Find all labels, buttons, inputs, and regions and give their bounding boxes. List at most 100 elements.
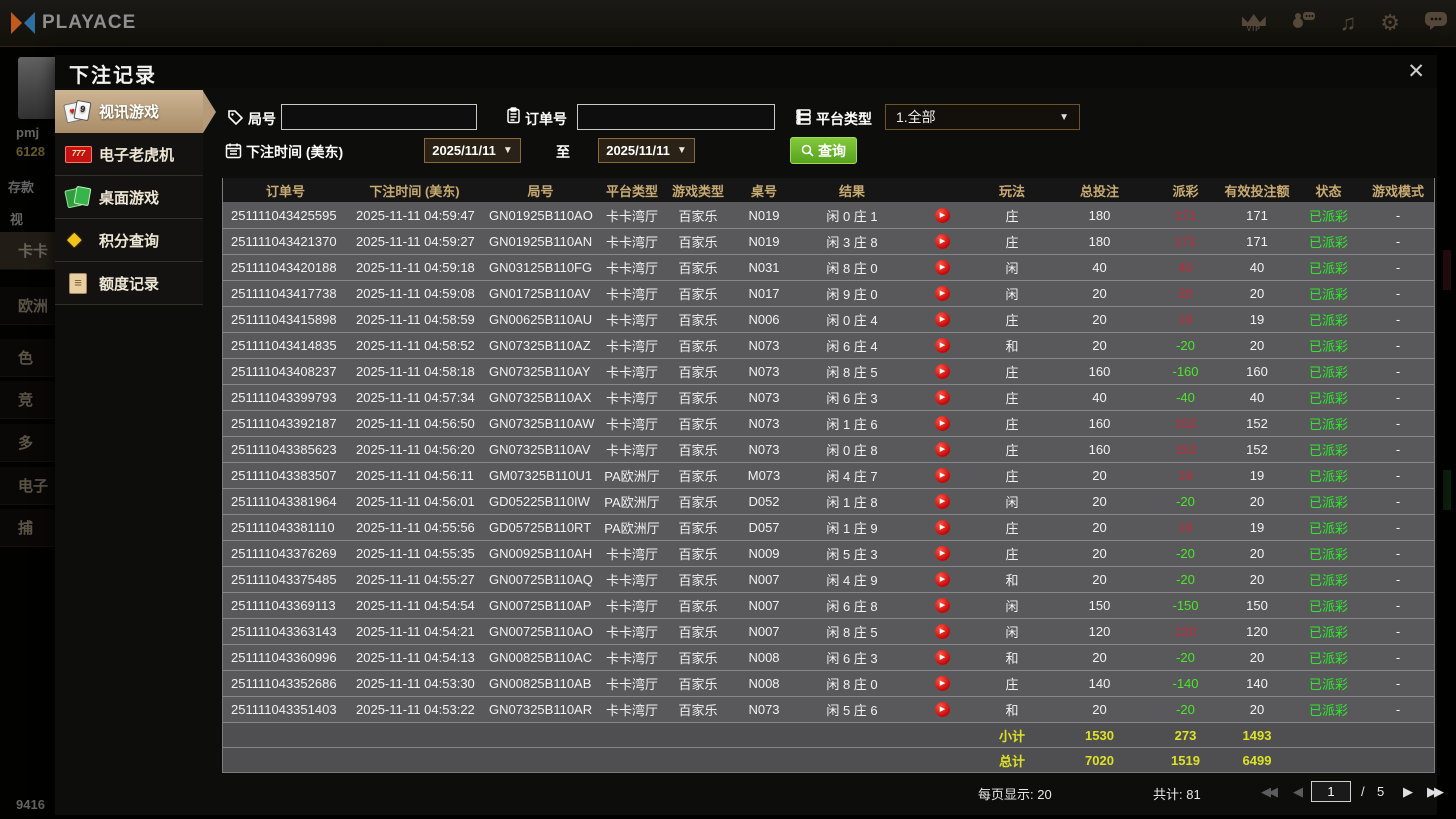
sidebar-item[interactable]: 积分查询 — [55, 219, 203, 262]
cell-payout: -20 — [1176, 546, 1195, 561]
cell-total-bet: 120 — [1088, 624, 1111, 639]
cell-round-number: GD05225B110IW — [489, 494, 590, 509]
replay-play-icon[interactable] — [934, 390, 950, 405]
cell-bet-time: 2025-11-11 04:59:18 — [356, 260, 475, 275]
col-header: 派彩 — [1172, 183, 1199, 199]
replay-play-icon[interactable] — [934, 598, 950, 613]
cell-status: 已派彩 — [1308, 651, 1348, 666]
replay-play-icon[interactable] — [934, 546, 950, 561]
cell-platform: 卡卡湾厅 — [605, 339, 658, 354]
cell-valid-bet: 40 — [1249, 390, 1265, 405]
cell-table-number: N073 — [748, 416, 780, 431]
table-row: 251111043383507 2025-11-11 04:56:11 GM07… — [223, 462, 1434, 488]
replay-play-icon[interactable] — [934, 468, 950, 483]
cell-round-number: GN07325B110AY — [489, 364, 591, 379]
round-number-input[interactable] — [281, 104, 477, 130]
cell-game-mode: - — [1395, 546, 1401, 561]
chat-icon[interactable] — [1424, 11, 1448, 36]
replay-play-icon[interactable] — [934, 624, 950, 639]
top-bar: PLAYACE VIP ♫ ⚙ — [0, 0, 1456, 47]
replay-play-icon[interactable] — [934, 260, 950, 275]
query-button[interactable]: 查询 — [790, 137, 857, 164]
last-page-icon[interactable]: ▶▶ — [1427, 784, 1444, 800]
next-page-icon[interactable]: ▶ — [1403, 784, 1413, 800]
cell-payout: 19 — [1178, 312, 1193, 327]
cell-status: 已派彩 — [1308, 495, 1348, 510]
replay-play-icon[interactable] — [934, 416, 950, 431]
cell-payout: -150 — [1172, 598, 1199, 613]
replay-play-icon[interactable] — [934, 338, 950, 353]
cell-status: 已派彩 — [1308, 417, 1348, 432]
cell-order-number: 251111043408237 — [231, 364, 337, 379]
replay-play-icon[interactable] — [934, 286, 950, 301]
cell-total-bet: 20 — [1092, 546, 1107, 561]
cell-status: 已派彩 — [1308, 573, 1348, 588]
platform-type-label: 平台类型 — [816, 111, 872, 127]
table-row: 251111043415898 2025-11-11 04:58:59 GN00… — [223, 306, 1434, 332]
prev-page-icon[interactable]: ◀ — [1293, 784, 1303, 800]
modal-title: 下注记录 — [69, 65, 157, 87]
subtotal-valid: 1493 — [1242, 727, 1272, 743]
replay-play-icon[interactable] — [934, 234, 950, 249]
cell-game-mode: - — [1395, 468, 1401, 483]
cell-total-bet: 20 — [1092, 312, 1107, 327]
sidebar-item[interactable]: 电子老虎机 — [55, 133, 203, 176]
cell-game-mode: - — [1395, 520, 1401, 535]
replay-play-icon[interactable] — [934, 520, 950, 535]
subtotal-row: 小计 1530 273 1493 — [223, 722, 1434, 747]
cell-bet-time: 2025-11-11 04:58:52 — [356, 338, 475, 353]
cell-payout: -20 — [1176, 494, 1195, 509]
order-number-label: 订单号 — [525, 111, 567, 127]
page-number-input[interactable] — [1311, 781, 1351, 802]
cell-table-number: N017 — [748, 286, 780, 301]
cell-order-number: 251111043420188 — [231, 260, 337, 275]
sidebar-item[interactable]: 视讯游戏 — [55, 90, 216, 133]
cell-play-method: 庄 — [1005, 417, 1019, 432]
first-page-icon[interactable]: ◀◀ — [1261, 784, 1278, 800]
replay-play-icon[interactable] — [934, 650, 950, 665]
close-icon[interactable]: ✕ — [1407, 61, 1425, 82]
cell-valid-bet: 171 — [1246, 207, 1268, 223]
cell-result: 闲 6 庄 4 — [826, 339, 878, 354]
cell-platform: 卡卡湾厅 — [605, 599, 658, 614]
date-from-select[interactable]: 2025/11/11 ▼ — [424, 138, 521, 163]
replay-play-icon[interactable] — [934, 364, 950, 379]
replay-play-icon[interactable] — [934, 572, 950, 587]
vip-icon[interactable]: VIP — [1241, 14, 1266, 33]
cell-round-number: GN07325B110AV — [489, 442, 591, 457]
gear-icon[interactable]: ⚙ — [1380, 12, 1400, 35]
sidebar-item[interactable]: 桌面游戏 — [55, 176, 203, 219]
sidebar-item[interactable]: 额度记录 — [55, 262, 203, 305]
cell-valid-bet: 20 — [1249, 286, 1265, 301]
order-number-input[interactable] — [577, 104, 775, 130]
cell-payout: 120 — [1174, 624, 1197, 639]
music-icon[interactable]: ♫ — [1340, 12, 1357, 35]
page-separator: / — [1361, 784, 1365, 799]
customer-service-icon[interactable] — [1290, 10, 1316, 37]
date-to-select[interactable]: 2025/11/11 ▼ — [598, 138, 695, 163]
replay-play-icon[interactable] — [934, 494, 950, 509]
cell-round-number: GN00825B110AC — [489, 650, 593, 665]
platform-type-select[interactable]: 1.全部 ▼ — [885, 104, 1080, 130]
cell-valid-bet: 19 — [1249, 468, 1265, 483]
replay-play-icon[interactable] — [934, 207, 950, 223]
replay-play-icon[interactable] — [934, 442, 950, 457]
cell-play-method: 闲 — [1005, 599, 1019, 614]
cell-result: 闲 0 庄 1 — [826, 208, 878, 224]
cell-payout: 19 — [1178, 468, 1193, 483]
cell-play-method: 庄 — [1005, 208, 1019, 224]
cell-platform: 卡卡湾厅 — [605, 261, 658, 276]
col-header: 局号 — [527, 183, 554, 199]
replay-play-icon[interactable] — [934, 312, 950, 327]
modal-titlebar: 下注记录 ✕ — [55, 55, 1437, 88]
replay-play-icon[interactable] — [934, 676, 950, 691]
cell-order-number: 251111043415898 — [231, 312, 337, 327]
cell-table-number: N007 — [748, 624, 780, 639]
cell-game-mode: - — [1395, 650, 1401, 665]
playace-logo[interactable]: PLAYACE — [10, 10, 136, 36]
cell-game-mode: - — [1395, 572, 1401, 587]
replay-play-icon[interactable] — [934, 702, 950, 717]
cell-table-number: N007 — [748, 598, 780, 613]
cell-table-number: N006 — [748, 312, 780, 327]
cell-status: 已派彩 — [1308, 625, 1348, 640]
